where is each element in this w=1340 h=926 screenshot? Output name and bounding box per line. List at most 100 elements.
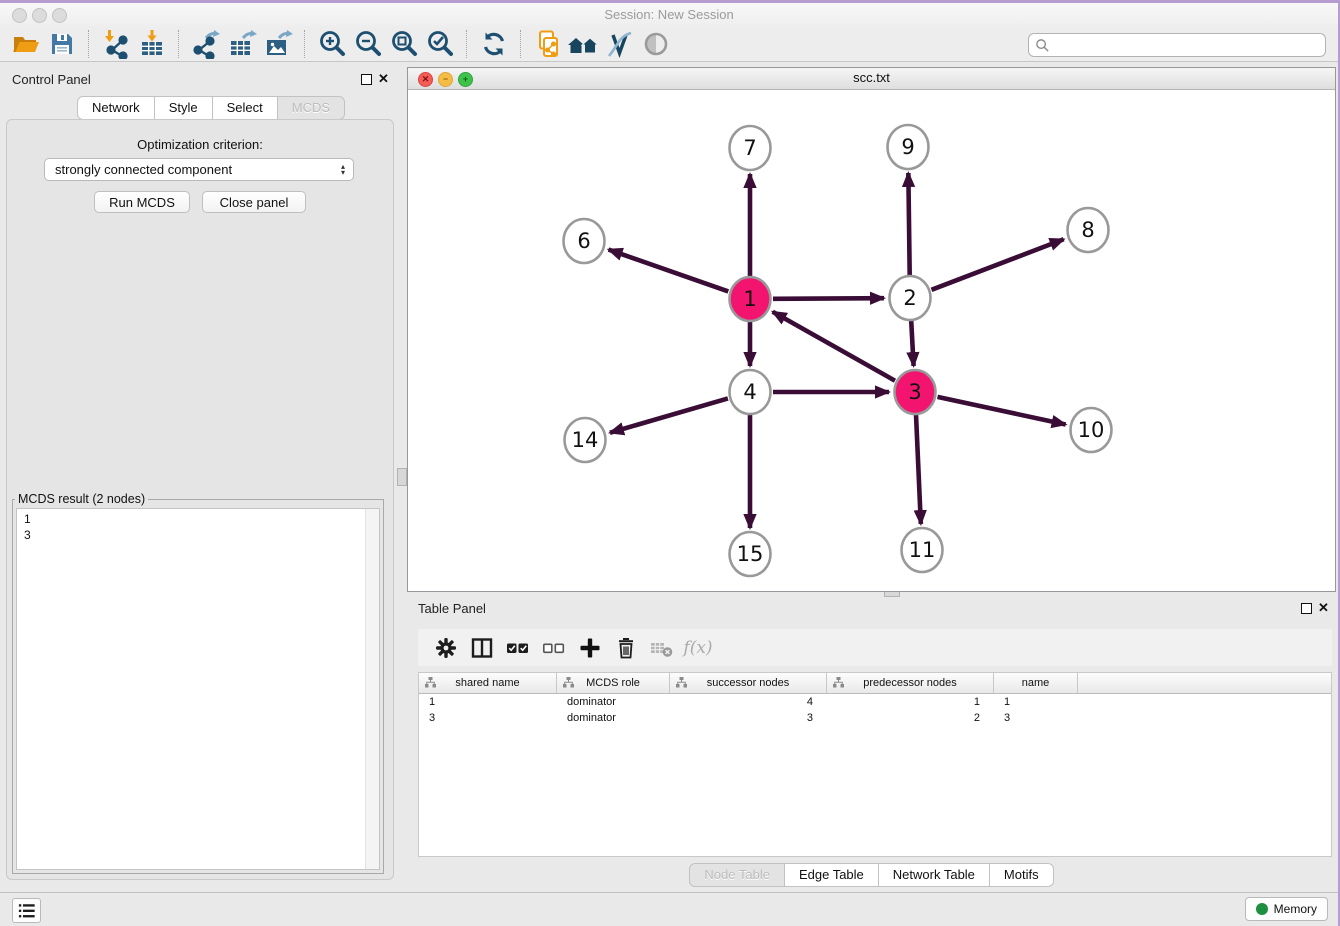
tab-mcds[interactable]: MCDS — [278, 96, 345, 120]
graph-edge-1-6[interactable] — [609, 250, 729, 292]
run-mcds-button[interactable]: Run MCDS — [94, 191, 190, 213]
delete-column-button[interactable] — [608, 633, 644, 663]
graph-edge-2-8[interactable] — [931, 239, 1063, 290]
network-zoom-icon[interactable]: + — [458, 72, 473, 87]
table-panel-close-icon[interactable]: ✕ — [1318, 602, 1329, 614]
graph-node-2[interactable]: 2 — [890, 276, 931, 320]
deselect-all-button[interactable] — [536, 633, 572, 663]
graph-node-9[interactable]: 9 — [888, 125, 929, 169]
delete-table-button-disabled[interactable] — [644, 633, 680, 663]
column-header-predecessor-nodes[interactable]: predecessor nodes — [827, 673, 994, 693]
vertical-splitter-handle[interactable] — [397, 468, 407, 486]
clone-network-button[interactable] — [530, 28, 566, 60]
close-window-icon[interactable] — [12, 8, 27, 23]
close-panel-button[interactable]: Close panel — [202, 191, 306, 213]
tab-node-table[interactable]: Node Table — [689, 863, 785, 887]
graph-canvas[interactable]: 7 9 6 8 1 2 4 3 14 10 15 11 — [408, 90, 1335, 592]
memory-button[interactable]: Memory — [1245, 897, 1328, 921]
add-column-button[interactable] — [572, 633, 608, 663]
column-header-successor-nodes[interactable]: successor nodes — [670, 673, 827, 693]
tab-network[interactable]: Network — [77, 96, 155, 120]
graph-edge-4-14[interactable] — [610, 398, 728, 432]
column-sort-icon — [833, 677, 844, 688]
graph-node-4[interactable]: 4 — [730, 370, 771, 414]
mcds-result-textarea[interactable]: 1 3 — [16, 508, 380, 870]
zoom-window-icon[interactable] — [52, 8, 67, 23]
graph-node-1[interactable]: 1 — [730, 277, 771, 321]
main-titlebar[interactable]: Session: New Session — [0, 3, 1338, 27]
table-cell: 1 — [994, 694, 1078, 710]
function-builder-button-disabled[interactable]: f(x) — [680, 633, 716, 663]
svg-text:10: 10 — [1078, 418, 1105, 442]
zoom-fit-button[interactable] — [386, 28, 422, 60]
tab-edge-table[interactable]: Edge Table — [785, 863, 879, 887]
graph-node-7[interactable]: 7 — [730, 126, 771, 170]
graph-node-10[interactable]: 10 — [1071, 408, 1112, 452]
search-input[interactable] — [1050, 37, 1325, 53]
table-panel-float-icon[interactable] — [1301, 603, 1312, 614]
home-view-button[interactable] — [566, 28, 602, 60]
graph-node-11[interactable]: 11 — [902, 528, 943, 572]
table-row[interactable]: 1dominator411 — [419, 694, 1331, 710]
graph-edge-3-10[interactable] — [937, 397, 1065, 425]
zoom-selected-button[interactable] — [422, 28, 458, 60]
gear-icon — [435, 637, 457, 659]
status-bar — [0, 892, 1338, 926]
graph-node-14[interactable]: 14 — [565, 418, 606, 462]
network-window-titlebar[interactable]: ✕ − + scc.txt — [408, 68, 1335, 90]
import-network-button[interactable] — [98, 28, 134, 60]
tab-network-table[interactable]: Network Table — [879, 863, 990, 887]
network-minimize-icon[interactable]: − — [438, 72, 453, 87]
open-session-button[interactable] — [8, 28, 44, 60]
control-panel-float-icon[interactable] — [361, 74, 372, 85]
result-scrollbar[interactable] — [365, 509, 379, 869]
network-close-icon[interactable]: ✕ — [418, 72, 433, 87]
graph-edge-3-1[interactable] — [773, 312, 895, 381]
select-all-button[interactable] — [500, 633, 536, 663]
column-header-name[interactable]: name — [994, 673, 1078, 693]
hide-panel-button[interactable] — [638, 28, 674, 60]
export-network-button[interactable] — [188, 28, 224, 60]
minimize-window-icon[interactable] — [32, 8, 47, 23]
open-folder-icon — [11, 29, 41, 59]
table-settings-button[interactable] — [428, 633, 464, 663]
graph-node-6[interactable]: 6 — [564, 219, 605, 263]
import-network-icon — [101, 29, 131, 59]
select-chevrons-icon: ▴▾ — [341, 164, 345, 176]
export-network-icon — [191, 29, 221, 59]
tab-style[interactable]: Style — [155, 96, 213, 120]
task-history-button[interactable] — [12, 898, 41, 923]
save-session-button[interactable] — [44, 28, 80, 60]
graph-edge-2-9[interactable] — [908, 173, 909, 275]
clone-network-icon — [533, 29, 563, 59]
svg-text:7: 7 — [743, 136, 756, 160]
search-field[interactable] — [1028, 33, 1326, 57]
table-cell: 2 — [827, 710, 994, 726]
graph-edge-3-11[interactable] — [916, 415, 921, 524]
column-header-MCDS-role[interactable]: MCDS role — [557, 673, 670, 693]
graph-node-3[interactable]: 3 — [895, 370, 936, 414]
vizmapper-button[interactable] — [602, 28, 638, 60]
tab-motifs[interactable]: Motifs — [990, 863, 1054, 887]
eye-disabled-icon — [641, 29, 671, 59]
graph-edge-1-2[interactable] — [773, 298, 884, 299]
graph-node-8[interactable]: 8 — [1068, 208, 1109, 252]
toolbar-separator — [304, 30, 306, 58]
column-selector-button[interactable] — [464, 633, 500, 663]
criterion-select[interactable]: strongly connected component ▴▾ — [44, 158, 354, 181]
export-image-button[interactable] — [260, 28, 296, 60]
control-panel-close-icon[interactable]: ✕ — [378, 73, 389, 85]
graph-edge-2-3[interactable] — [911, 321, 913, 366]
tab-select[interactable]: Select — [213, 96, 278, 120]
zoom-out-button[interactable] — [350, 28, 386, 60]
vizmapper-off-icon — [605, 29, 635, 59]
zoom-in-button[interactable] — [314, 28, 350, 60]
export-table-button[interactable] — [224, 28, 260, 60]
column-header-shared-name[interactable]: shared name — [419, 673, 557, 693]
graph-node-15[interactable]: 15 — [730, 532, 771, 576]
import-table-button[interactable] — [134, 28, 170, 60]
refresh-layout-button[interactable] — [476, 28, 512, 60]
mcds-result-legend: MCDS result (2 nodes) — [15, 492, 148, 506]
table-row[interactable]: 3dominator323 — [419, 710, 1331, 726]
table-cell: dominator — [557, 710, 670, 726]
